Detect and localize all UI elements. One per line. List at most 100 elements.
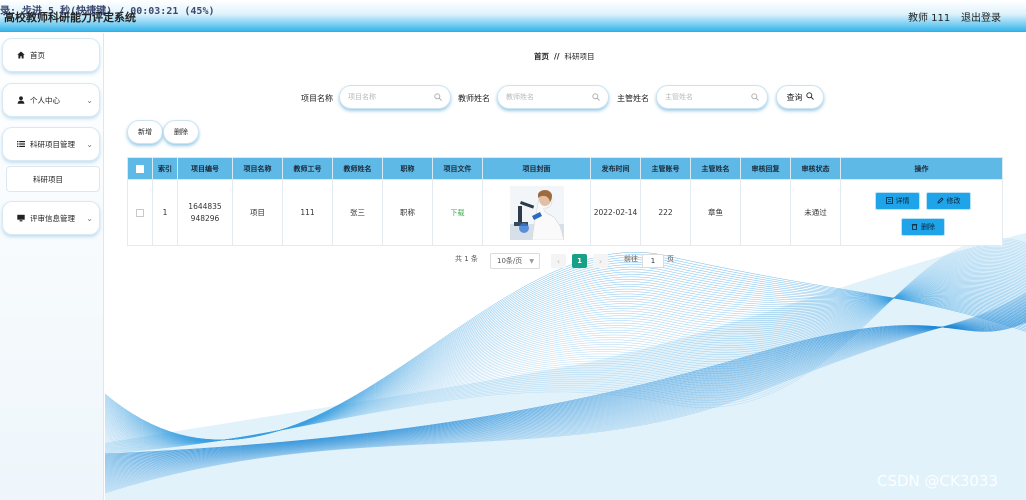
title-cell: 职称: [382, 179, 433, 246]
column-header: 教师姓名: [332, 157, 383, 180]
sidebar-item-label: 个人中心: [30, 95, 60, 105]
search-icon: [434, 93, 442, 103]
prev-page-button[interactable]: ‹: [551, 254, 566, 268]
project-name-cell: 项目: [232, 179, 283, 246]
detail-button[interactable]: 详情: [875, 192, 920, 210]
teacher-name-placeholder: 教师姓名: [506, 93, 534, 101]
monitor-icon: [17, 214, 25, 222]
cover-cell: [482, 179, 591, 246]
chevron-right-icon: ›: [598, 256, 603, 266]
column-header: 审核回复: [740, 157, 791, 180]
sidebar-item-home[interactable]: 首页: [2, 38, 100, 72]
chevron-down-icon: ▼: [529, 258, 534, 265]
supervisor-name-placeholder: 主管姓名: [665, 93, 693, 101]
trash-icon: [911, 223, 918, 232]
page-number-current[interactable]: 1: [572, 254, 587, 268]
search-icon: [751, 93, 759, 103]
sidebar-item-label: 评审信息管理: [30, 213, 75, 223]
detail-icon: [885, 196, 893, 206]
recording-overlay-text: 录: 步进 5 秒(快捷键) / 00:03:21 (45%): [0, 6, 215, 17]
select-all-checkbox[interactable]: [136, 164, 144, 173]
goto-label: 前往: [624, 255, 638, 263]
column-header: 操作: [840, 157, 1003, 180]
teacher-name-label: 教师姓名: [458, 94, 490, 103]
home-icon: [17, 51, 25, 59]
table-header-row: 索引 项目编号 项目名称 教师工号 教师姓名 职称 项目文件 项目封面 发布时间…: [127, 157, 1003, 180]
row-checkbox[interactable]: [136, 208, 144, 217]
column-header: 职称: [382, 157, 433, 180]
column-header: 项目名称: [232, 157, 283, 180]
supervisor-name-input[interactable]: 主管姓名: [656, 85, 768, 109]
search-button[interactable]: 查询: [776, 85, 824, 109]
review-reply-cell: [740, 179, 791, 246]
batch-delete-button[interactable]: 删除: [163, 120, 199, 144]
next-page-button[interactable]: ›: [593, 254, 608, 268]
sidebar-item-personal-center[interactable]: 个人中心 ⌄: [2, 83, 100, 117]
project-no-cell: 1644835948296: [177, 179, 233, 246]
chevron-down-icon: ⌄: [86, 96, 93, 105]
project-table: 索引 项目编号 项目名称 教师工号 教师姓名 职称 项目文件 项目封面 发布时间…: [127, 157, 1003, 246]
sidebar-item-label: 首页: [30, 50, 45, 60]
column-header: 主管姓名: [690, 157, 741, 180]
pagination-total: 共 1 条: [455, 255, 478, 263]
csdn-watermark: CSDN @CK3033: [877, 472, 999, 490]
download-link[interactable]: 下载: [451, 209, 465, 217]
column-header: 发布时间: [590, 157, 641, 180]
teacher-name-cell: 张三: [332, 179, 383, 246]
user-icon: [17, 96, 25, 104]
breadcrumb-home[interactable]: 首页: [534, 52, 549, 61]
teacher-no-cell: 111: [282, 179, 333, 246]
file-cell: 下载: [432, 179, 483, 246]
goto-unit: 页: [667, 255, 674, 263]
publish-time-text: 2022-02-14: [593, 207, 638, 217]
detail-button-label: 详情: [895, 197, 910, 205]
page-size-select[interactable]: 10条/页 ▼: [490, 253, 540, 269]
select-all-header[interactable]: [127, 157, 153, 180]
edit-icon: [936, 196, 944, 206]
sidebar-item-project-management[interactable]: 科研项目管理 ⌄: [2, 127, 100, 161]
edit-button-label: 修改: [946, 197, 961, 205]
column-header: 教师工号: [282, 157, 333, 180]
breadcrumb-current: 科研项目: [564, 52, 595, 61]
column-header: 项目编号: [177, 157, 233, 180]
project-name-placeholder: 项目名称: [348, 93, 376, 101]
column-header: 索引: [152, 157, 178, 180]
teacher-name-input[interactable]: 教师姓名: [497, 85, 609, 109]
review-status-cell: 未通过: [790, 179, 841, 246]
chevron-down-icon: ⌄: [86, 214, 93, 223]
publish-time-cell: 2022-02-14: [590, 179, 641, 246]
list-icon: [17, 140, 25, 148]
supervisor-name-label: 主管姓名: [617, 94, 649, 103]
search-icon: [805, 92, 814, 102]
project-name-input[interactable]: 项目名称: [339, 85, 451, 109]
project-name-label: 项目名称: [301, 94, 333, 103]
search-button-label: 查询: [786, 92, 803, 102]
goto-page-input[interactable]: 1: [642, 254, 664, 268]
chevron-left-icon: ‹: [556, 256, 561, 266]
sidebar-item-label: 科研项目管理: [30, 139, 75, 149]
index-cell: 1: [152, 179, 178, 246]
breadcrumb: 首页 // 科研项目: [534, 51, 594, 62]
delete-button-label: 删除: [921, 223, 935, 231]
column-header: 项目文件: [432, 157, 483, 180]
sidebar-subitem-label: 科研项目: [33, 174, 63, 184]
project-cover-image[interactable]: [509, 185, 564, 240]
supervisor-name-cell: 章鱼: [690, 179, 741, 246]
column-header: 主管账号: [640, 157, 691, 180]
chevron-down-icon: ⌄: [86, 140, 93, 149]
delete-row-button[interactable]: 删除: [901, 218, 945, 236]
page-size-value: 10条/页: [497, 257, 523, 265]
table-row: 1 1644835948296 项目 111 张三 职称 下载 2022-02-…: [127, 179, 1003, 246]
column-header: 项目封面: [482, 157, 591, 180]
column-header: 审核状态: [790, 157, 841, 180]
main-content: 首页 // 科研项目 项目名称 项目名称 教师姓名 教师姓名 主管姓名 主管姓名 查…: [105, 33, 1026, 500]
project-no-text: 1644835948296: [188, 201, 222, 223]
breadcrumb-separator: //: [554, 52, 560, 61]
top-header: 高校教师科研能力评定系统 录: 步进 5 秒(快捷键) / 00:03:21 (…: [0, 0, 1026, 32]
sidebar-subitem-research-projects[interactable]: 科研项目: [6, 166, 100, 192]
logout-link[interactable]: 退出登录: [961, 9, 1001, 24]
add-button[interactable]: 新增: [127, 120, 163, 144]
edit-button[interactable]: 修改: [926, 192, 971, 210]
current-user-label: 教师 111: [908, 13, 951, 24]
sidebar-item-review-management[interactable]: 评审信息管理 ⌄: [2, 201, 100, 235]
